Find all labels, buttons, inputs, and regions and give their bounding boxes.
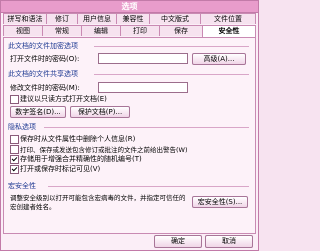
tab-row-2: 视图 常规 编辑 打印 保存 安全性 (3, 25, 256, 37)
open-password-label: 打开文件时的密码(O): (10, 55, 80, 63)
tab-track-changes[interactable]: 修订 (46, 13, 78, 24)
privacy-label: 打印、保存或发送包含修订或批注的文件之前给出警告(W) (20, 146, 188, 154)
cancel-button[interactable]: 取消 (205, 235, 253, 248)
divider (44, 127, 249, 128)
privacy-checkbox-warn[interactable] (10, 145, 19, 154)
privacy-checkbox-random-number[interactable] (10, 155, 19, 164)
tab-compatibility[interactable]: 兼容性 (116, 13, 150, 24)
tab-security[interactable]: 安全性 (202, 25, 256, 37)
tab-general[interactable]: 常规 (42, 25, 82, 36)
section-encryption: 此文档的文件加密选项 (8, 42, 78, 50)
privacy-checkbox-remove-info[interactable] (10, 135, 19, 144)
digital-signature-button[interactable]: 数字签名(D)... (10, 106, 66, 118)
options-dialog: 选项 拼写和语法 修订 用户信息 兼容性 中文版式 文件位置 视图 常规 编辑 … (0, 0, 259, 251)
tab-view[interactable]: 视图 (3, 25, 43, 36)
dialog-title: 选项 (121, 2, 138, 11)
privacy-label: 存储用于增强合并精确性的随机编号(T) (20, 155, 142, 163)
tab-print[interactable]: 打印 (120, 25, 160, 36)
divider (48, 186, 249, 187)
title-bar: 选项 (1, 1, 258, 13)
tab-file-locations[interactable]: 文件位置 (200, 13, 256, 24)
section-sharing: 此文档的文件共享选项 (8, 70, 78, 78)
tab-edit[interactable]: 编辑 (81, 25, 121, 36)
advanced-button[interactable]: 高级(A)... (192, 53, 246, 65)
privacy-checkbox-visible-markup[interactable] (10, 165, 19, 174)
macro-security-button[interactable]: 宏安全性(S)... (192, 196, 248, 208)
tab-user-info[interactable]: 用户信息 (77, 13, 117, 24)
tab-row-1: 拼写和语法 修订 用户信息 兼容性 中文版式 文件位置 (3, 13, 256, 24)
privacy-label: 保存时从文件属性中删除个人信息(R) (20, 135, 136, 143)
divider (94, 46, 249, 47)
dialog-footer: 确定 取消 (1, 233, 258, 250)
privacy-label: 打开或保存时标记可见(V) (20, 165, 101, 173)
tab-spelling-grammar[interactable]: 拼写和语法 (3, 13, 47, 24)
ok-button[interactable]: 确定 (154, 235, 202, 248)
macro-description: 调整安全级别以打开可能包含宏病毒的文件，并指定可信任的宏创建者姓名。 (10, 194, 186, 211)
security-panel: 此文档的文件加密选项 打开文件时的密码(O): 高级(A)... 此文档的文件共… (3, 37, 256, 234)
section-privacy: 隐私选项 (8, 123, 36, 131)
tab-chinese-layout[interactable]: 中文版式 (149, 13, 201, 24)
readonly-checkbox[interactable] (10, 95, 19, 104)
open-password-input[interactable] (98, 53, 188, 64)
tab-save[interactable]: 保存 (159, 25, 203, 36)
modify-password-input[interactable] (98, 82, 188, 93)
divider (94, 74, 249, 75)
protect-document-button[interactable]: 保护文档(P)... (70, 106, 130, 118)
readonly-label: 建议以只读方式打开文档(E) (20, 95, 107, 103)
modify-password-label: 修改文件时的密码(M): (10, 84, 80, 92)
section-macro-security: 宏安全性 (8, 182, 36, 190)
